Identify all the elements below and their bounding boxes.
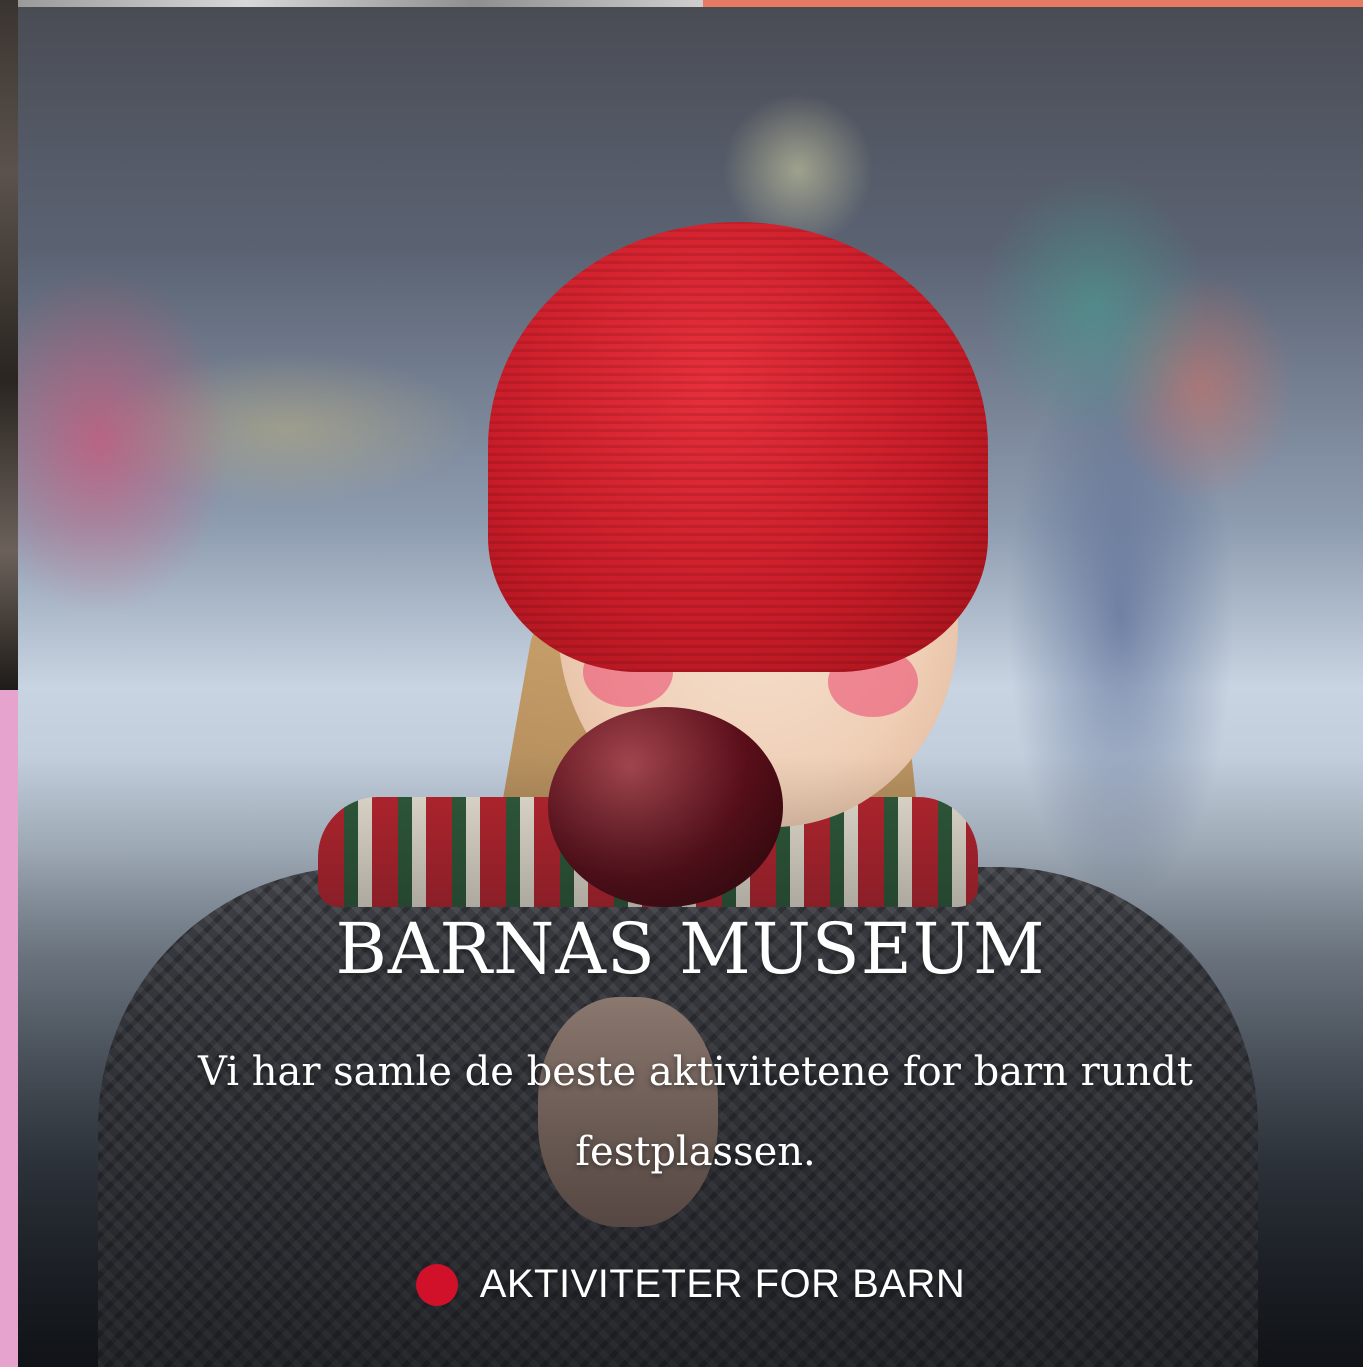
category-label: AKTIVITETER FOR BARN [479, 1262, 966, 1306]
adjacent-card-edge-top [18, 0, 703, 7]
event-card[interactable]: BARNAS MUSEUM Vi har samle de beste akti… [18, 7, 1363, 1367]
category-tag[interactable]: AKTIVITETER FOR BARN [18, 1262, 1363, 1307]
red-dot-icon [415, 1263, 458, 1306]
card-title[interactable]: BARNAS MUSEUM [18, 907, 1363, 991]
card-description: Vi har samle de beste aktivitetene for b… [198, 1049, 1193, 1175]
adjacent-card-edge-left [0, 0, 18, 690]
adjacent-card-edge-left-pink [0, 690, 18, 1367]
adjacent-card-edge-top-accent [703, 0, 1363, 7]
